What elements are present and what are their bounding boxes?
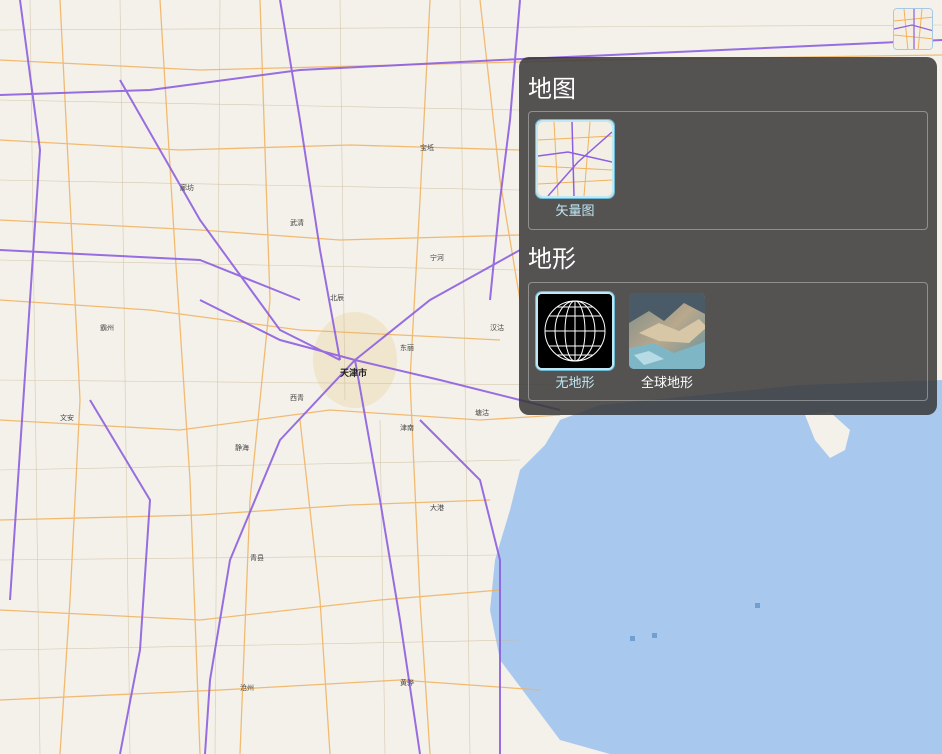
island	[755, 603, 760, 608]
layer-panel: 地图 矢量图 地形 无地形 全球地形	[519, 57, 937, 415]
island	[652, 633, 657, 638]
map-label: 宝坻	[420, 143, 434, 152]
map-label: 宁河	[430, 253, 444, 262]
map-label: 静海	[235, 443, 249, 452]
map-label: 文安	[60, 413, 74, 422]
vector-map-thumbnail	[536, 120, 614, 198]
map-label: 西青	[290, 393, 304, 402]
global-terrain-option[interactable]: 全球地形	[627, 292, 707, 391]
layer-switch-button[interactable]	[893, 8, 933, 50]
map-label: 黄骅	[400, 678, 414, 687]
terrain-thumbnail	[628, 292, 706, 370]
terrain-section-box: 无地形 全球地形	[528, 282, 928, 401]
map-label: 霸州	[100, 324, 114, 332]
map-section-box: 矢量图	[528, 111, 928, 230]
map-label: 塘沽	[475, 408, 489, 417]
vector-map-option[interactable]: 矢量图	[535, 120, 615, 219]
wireframe-globe-icon	[536, 292, 614, 370]
map-label: 津南	[400, 423, 414, 432]
island	[630, 636, 635, 641]
map-label: 北辰	[330, 294, 344, 302]
vector-map-label: 矢量图	[555, 204, 595, 219]
no-terrain-option[interactable]: 无地形	[535, 292, 615, 391]
map-label: 武清	[290, 218, 304, 227]
map-label: 青县	[250, 553, 264, 562]
map-label: 廊坊	[180, 183, 194, 192]
map-label: 大港	[430, 503, 444, 512]
map-label: 沧州	[240, 683, 254, 692]
map-section-title: 地图	[528, 75, 576, 103]
terrain-section-title: 地形	[528, 245, 576, 273]
map-label: 汉沽	[490, 323, 504, 332]
map-label: 东丽	[400, 343, 414, 352]
global-terrain-label: 全球地形	[640, 376, 693, 391]
map-label: 天津市	[340, 367, 367, 379]
map-thumbnail-icon	[894, 9, 932, 49]
no-terrain-label: 无地形	[555, 376, 595, 391]
